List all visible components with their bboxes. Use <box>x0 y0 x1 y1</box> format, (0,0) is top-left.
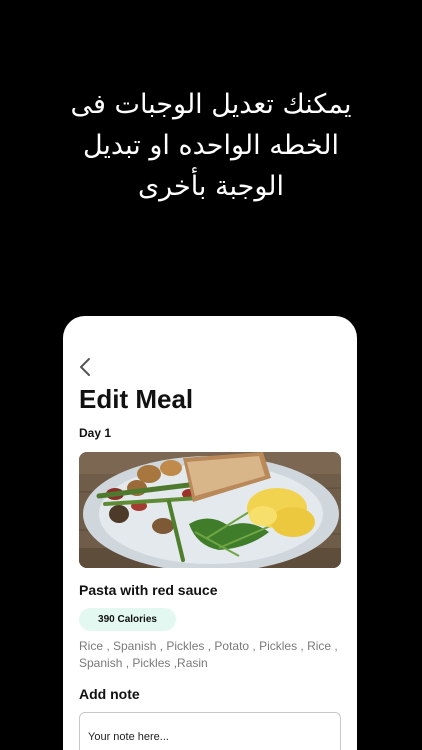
meal-photo-illustration <box>79 452 341 568</box>
back-button[interactable] <box>75 356 95 378</box>
promo-screen: يمكنك تعديل الوجبات فى الخطه الواحده او … <box>0 0 422 750</box>
meal-photo <box>79 452 341 568</box>
ingredients-list: Rice , Spanish , Pickles , Potato , Pick… <box>79 639 338 670</box>
calories-badge: 390 Calories <box>79 608 176 631</box>
promo-headline-line: الوجبة بأخرى <box>137 171 285 202</box>
chevron-left-icon <box>80 358 90 376</box>
promo-headline-line: الخطه الواحده او تبديل <box>82 130 340 161</box>
page-title: Edit Meal <box>79 384 194 414</box>
day-label: Day 1 <box>79 426 112 440</box>
add-note-label: Add note <box>79 686 140 702</box>
meal-name: Pasta with red sauce <box>79 582 218 598</box>
note-input[interactable] <box>79 712 341 750</box>
edit-meal-card: Edit Meal Day 1 Pasta with red sauce 390… <box>63 316 357 750</box>
promo-headline-line: يمكنك تعديل الوجبات فى <box>70 89 352 120</box>
promo-headline: يمكنك تعديل الوجبات فى الخطه الواحده او … <box>30 84 392 207</box>
